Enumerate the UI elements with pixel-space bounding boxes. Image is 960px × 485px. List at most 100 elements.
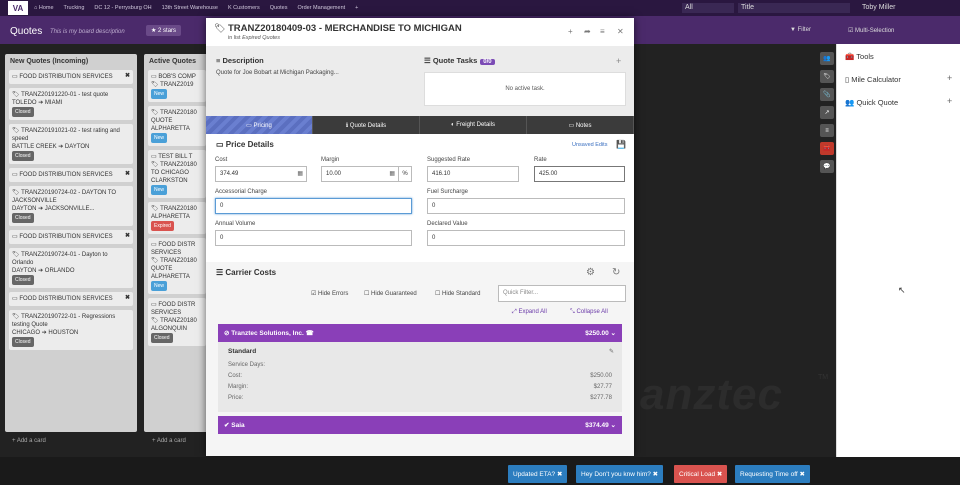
quick-quote-item[interactable]: 👥 Quick Quote bbox=[845, 98, 898, 107]
tab-notes[interactable]: ▭ Notes bbox=[527, 116, 634, 134]
list-item[interactable]: ▭ FOOD DISTRIBUTION SERVICES ✖ bbox=[9, 168, 133, 182]
add-card-button[interactable]: + Add a card bbox=[6, 435, 52, 447]
list-icon[interactable]: ≡ bbox=[820, 124, 834, 137]
updated-eta-button[interactable]: Updated ETA? ✖ bbox=[508, 465, 568, 483]
add-card-button[interactable]: + Add a card bbox=[146, 435, 192, 447]
multi-selection-button[interactable]: ☑ Multi-Selection bbox=[848, 27, 894, 34]
add-task-icon[interactable]: + bbox=[616, 56, 621, 66]
mile-calculator-item[interactable]: ▯ Mile Calculator bbox=[845, 75, 901, 84]
cost-field[interactable]: 374.49 ▦ bbox=[215, 166, 307, 182]
tag-icon[interactable]: 🏷 bbox=[820, 70, 834, 83]
app-logo[interactable]: VA bbox=[8, 1, 28, 15]
hide-standard-checkbox[interactable]: ☐ Hide Standard bbox=[435, 290, 480, 297]
edit-icon[interactable]: ✎ bbox=[609, 348, 614, 355]
unsaved-edits-link[interactable]: Unsaved Edits bbox=[572, 142, 607, 148]
expand-all-button[interactable]: ⤢ Expand All bbox=[512, 309, 547, 316]
nav-warehouse[interactable]: 13th Street Warehouse bbox=[162, 5, 218, 11]
price-details-heading: ▭ Price Details bbox=[216, 140, 274, 149]
tools-icon[interactable]: 🧰 bbox=[820, 142, 834, 155]
calculator-icon[interactable]: ▦ bbox=[297, 170, 303, 177]
list-item[interactable]: ▭ FOOD DISTR SERVICES 🏷 TRANZ20180 QUOTE … bbox=[148, 238, 206, 294]
nav-dc12[interactable]: DC 12 - Perrysburg OH bbox=[94, 5, 151, 11]
menu-icon[interactable]: ≡ bbox=[600, 27, 605, 36]
attachment-icon[interactable]: 📎 bbox=[820, 88, 834, 101]
list-item[interactable]: ▭ FOOD DISTRIBUTION SERVICES ✖ bbox=[9, 292, 133, 306]
annual-volume-field[interactable]: 0 bbox=[215, 230, 412, 246]
description-heading: ≡ Description bbox=[216, 56, 264, 65]
margin-field[interactable]: 10.00 ▦ bbox=[321, 166, 399, 182]
collapse-all-button[interactable]: ⤡ Collapse All bbox=[570, 309, 608, 316]
share-icon[interactable]: ➦ bbox=[584, 27, 591, 36]
close-icon[interactable]: ✖ bbox=[125, 232, 130, 240]
tasks-heading: ☰ Quote Tasks 0/0 bbox=[424, 56, 495, 65]
star-count[interactable]: ★ 2 stars bbox=[146, 25, 182, 36]
refresh-icon[interactable]: ↻ bbox=[612, 267, 620, 278]
quick-filter-input[interactable]: Quick Filter... bbox=[498, 285, 626, 302]
suggested-rate-field[interactable]: 416.10 bbox=[427, 166, 519, 182]
list-item[interactable]: 🏷 TRANZ20190722-01 - Regressions testing… bbox=[9, 310, 133, 350]
tab-quote-details[interactable]: ℹ Quote Details bbox=[313, 116, 420, 134]
carrier-costs-label: Carrier Costs bbox=[225, 268, 277, 277]
margin-percent-toggle[interactable]: % bbox=[398, 166, 412, 182]
card-title: ▭ FOOD DISTRIBUTION SERVICES bbox=[12, 296, 113, 302]
list-item[interactable]: 🏷 TRANZ20191220-01 - test quote TOLEDO ➔ … bbox=[9, 88, 133, 120]
close-icon[interactable]: ✕ bbox=[617, 27, 624, 36]
accessorial-field[interactable]: 0 bbox=[215, 198, 412, 214]
card-route: CHICAGO ➔ HOUSTON bbox=[12, 330, 79, 336]
list-item[interactable]: 🏷 TRANZ20180 ALPHARETTA Expired bbox=[148, 202, 206, 234]
add-quick-quote-icon[interactable]: + bbox=[947, 96, 952, 106]
calculator-icon[interactable]: ▦ bbox=[389, 170, 395, 177]
board-description[interactable]: This is my board description bbox=[50, 29, 125, 35]
status-badge: New bbox=[151, 89, 168, 99]
carrier-row[interactable]: ✔ Saia $374.49 ⌄ bbox=[218, 416, 622, 434]
list-item[interactable]: ▭ FOOD DISTRIBUTION SERVICES ✖ bbox=[9, 70, 133, 84]
hide-errors-checkbox[interactable]: ☑ Hide Errors bbox=[311, 290, 348, 297]
list-item[interactable]: ▭ FOOD DISTR SERVICES 🏷 TRANZ20180 ALGONQ… bbox=[148, 298, 206, 346]
list-item[interactable]: ▭ FOOD DISTRIBUTION SERVICES ✖ bbox=[9, 230, 133, 244]
filter-button[interactable]: ▼ Filter bbox=[790, 27, 811, 33]
nav-trucking[interactable]: Trucking bbox=[64, 5, 85, 11]
add-icon[interactable]: + bbox=[568, 27, 573, 36]
close-icon[interactable]: ✖ bbox=[125, 72, 130, 80]
tab-freight-details[interactable]: ◐ Freight Details bbox=[420, 116, 527, 134]
cost-row-value: $250.00 bbox=[590, 373, 612, 379]
declared-value-field[interactable]: 0 bbox=[427, 230, 625, 246]
scope-select[interactable]: All bbox=[682, 3, 734, 13]
rate-field[interactable]: 425.00 bbox=[534, 166, 625, 182]
nav-order-management[interactable]: Order Management bbox=[297, 5, 345, 11]
add-mile-calculator-icon[interactable]: + bbox=[947, 73, 952, 83]
tab-pricing[interactable]: ▭ Pricing bbox=[206, 116, 313, 134]
external-link-icon[interactable]: ↗ bbox=[820, 106, 834, 119]
card-route: ALPHARETTA bbox=[151, 214, 190, 220]
chat-icon[interactable]: 💬 bbox=[820, 160, 834, 173]
modal-title[interactable]: TRANZ20180409-03 - MERCHANDISE TO MICHIG… bbox=[228, 23, 462, 34]
close-icon[interactable]: ✖ bbox=[125, 294, 130, 302]
list-item[interactable]: ▭ TEST BILL T 🏷 TRANZ20180 TO CHICAGO CLA… bbox=[148, 150, 206, 198]
close-icon[interactable]: ✖ bbox=[125, 170, 130, 178]
list-item[interactable]: 🏷 TRANZ20190724-02 - DAYTON TO JACKSONVI… bbox=[9, 186, 133, 226]
nav-quotes[interactable]: Quotes bbox=[270, 5, 288, 11]
list-item[interactable]: 🏷 TRANZ20180 QUOTE ALPHARETTA New bbox=[148, 106, 206, 146]
requesting-time-off-button[interactable]: Requesting Time off ✖ bbox=[735, 465, 810, 483]
critical-load-button[interactable]: Critical Load ✖ bbox=[674, 465, 728, 483]
list-item[interactable]: 🏷 TRANZ20190724-01 - Dayton to Orlando DA… bbox=[9, 248, 133, 288]
fuel-surcharge-field[interactable]: 0 bbox=[427, 198, 625, 214]
carrier-row[interactable]: ⊘ Tranztec Solutions, Inc. ☎ $250.00 ⌄ bbox=[218, 324, 622, 342]
cost-value: 374.49 bbox=[220, 171, 239, 177]
hide-guaranteed-checkbox[interactable]: ☐ Hide Guaranteed bbox=[364, 290, 417, 297]
nav-add[interactable]: + bbox=[355, 5, 358, 11]
nav-customers[interactable]: K Customers bbox=[228, 5, 260, 11]
hey-dont-you-know-him-button[interactable]: Hey Don't you knw him? ✖ bbox=[576, 465, 664, 483]
card-title: ▭ BOB'S COMP bbox=[151, 74, 196, 80]
nav-home[interactable]: ⌂ Home bbox=[34, 5, 54, 11]
search-field-select[interactable]: Title bbox=[738, 3, 850, 13]
service-type: Standard bbox=[228, 348, 257, 355]
save-icon[interactable]: 💾 bbox=[616, 140, 626, 149]
list-name[interactable]: Expired Quotes bbox=[242, 35, 280, 41]
gear-icon[interactable]: ⚙ bbox=[586, 267, 595, 278]
list-item[interactable]: ▭ BOB'S COMP 🏷 TRANZ2019 New bbox=[148, 70, 206, 102]
description-text[interactable]: Quote for Joe Bobart at Michigan Packagi… bbox=[216, 70, 339, 76]
user-name[interactable]: Toby Miller bbox=[862, 3, 895, 13]
list-item[interactable]: 🏷 TRANZ20191021-02 - test rating and spe… bbox=[9, 124, 133, 164]
users-icon[interactable]: 👥 bbox=[820, 52, 834, 65]
